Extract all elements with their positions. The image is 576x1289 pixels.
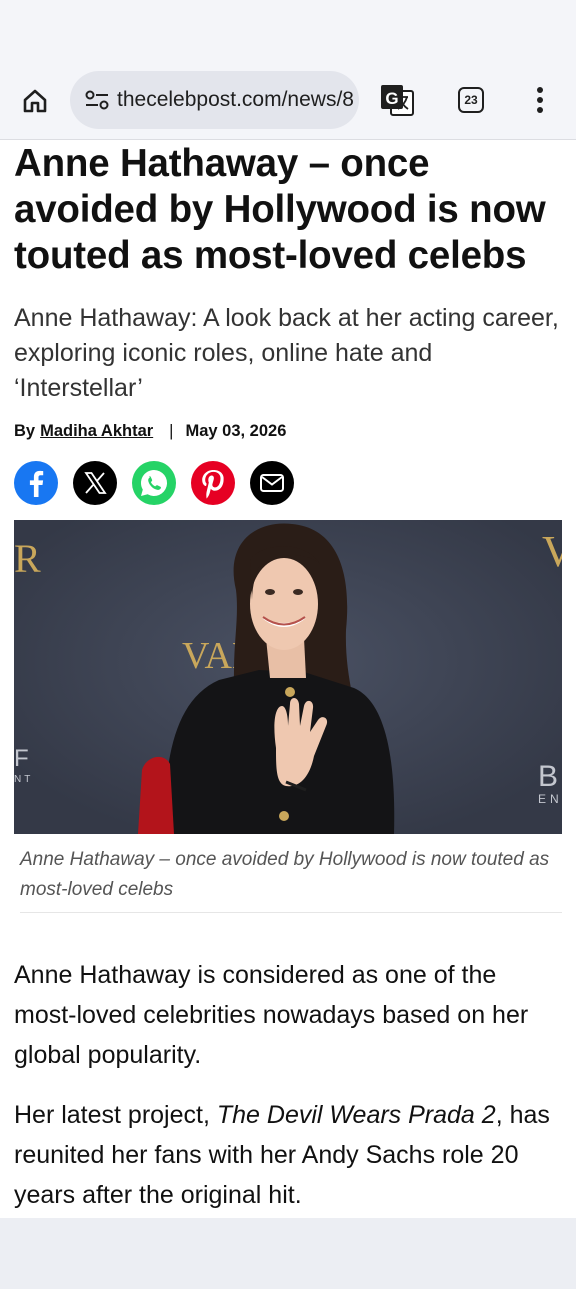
movie-title: The Devil Wears Prada 2 (216, 1101, 496, 1129)
pinterest-share-button[interactable] (191, 461, 235, 505)
backdrop-letters-en: EN (538, 792, 562, 806)
status-bar (0, 0, 576, 64)
email-share-button[interactable] (250, 461, 294, 505)
facebook-icon (29, 470, 44, 497)
site-info-icon[interactable] (79, 82, 115, 118)
backdrop-letter-r: R (14, 536, 41, 581)
tab-count: 23 (458, 87, 484, 113)
backdrop-letter-v: V (542, 527, 562, 576)
article-paragraph-2: Her latest project, The Devil Wears Prad… (14, 1095, 562, 1215)
backdrop-letter-b: B (538, 760, 558, 793)
hero-image: R V VAN F NT B EN (14, 520, 562, 834)
paragraph-2-lead: Her latest project, (14, 1101, 217, 1129)
home-icon (23, 89, 47, 113)
bottom-navigation-area (0, 1218, 576, 1289)
whatsapp-icon (141, 469, 168, 496)
translate-button[interactable]: G (377, 80, 417, 120)
caption-divider (20, 912, 562, 913)
byline: By Madiha Akhtar | May 03, 2026 (14, 422, 286, 441)
share-buttons (14, 461, 294, 505)
pinterest-icon (202, 470, 224, 499)
tab-switcher-button[interactable]: 23 (452, 81, 490, 119)
x-logo-icon (84, 472, 107, 494)
author-link[interactable]: Madiha Akhtar (40, 422, 153, 441)
url-text: thecelebpost.com/news/8 (117, 88, 354, 111)
article-subheadline: Anne Hathaway: A look back at her acting… (14, 304, 559, 402)
publish-date: May 03, 2026 (185, 422, 287, 440)
translate-icon: G (381, 85, 414, 116)
article-content: Anne Hathaway – once avoided by Hollywoo… (0, 141, 576, 1218)
image-caption: Anne Hathaway – once avoided by Hollywoo… (20, 849, 550, 900)
article-paragraph-1: Anne Hathaway is considered as one of th… (14, 961, 529, 1069)
more-vert-icon (537, 87, 543, 93)
email-icon (260, 474, 284, 492)
hero-photo: R V VAN F NT B EN (14, 520, 562, 834)
svg-text:G: G (385, 89, 398, 108)
whatsapp-share-button[interactable] (132, 461, 176, 505)
byline-separator: | (169, 422, 174, 440)
more-menu-button[interactable] (524, 80, 556, 120)
backdrop-letters-nt: NT (14, 774, 33, 785)
facebook-share-button[interactable] (14, 461, 58, 505)
browser-toolbar: thecelebpost.com/news/8 G 23 (0, 64, 576, 140)
byline-prefix: By (14, 422, 36, 440)
x-share-button[interactable] (73, 461, 117, 505)
address-bar[interactable]: thecelebpost.com/news/8 (70, 71, 359, 129)
home-button[interactable] (16, 82, 54, 120)
backdrop-letter-f: F (14, 745, 29, 772)
article-headline: Anne Hathaway – once avoided by Hollywoo… (14, 142, 546, 277)
